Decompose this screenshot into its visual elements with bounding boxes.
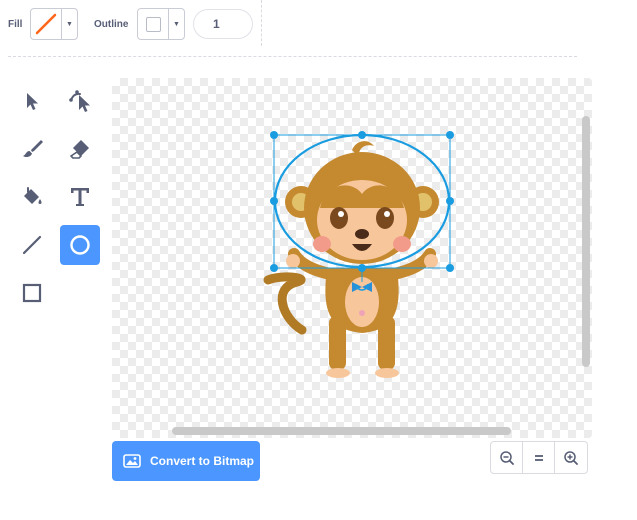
image-icon [123,454,141,468]
rectangle-tool[interactable] [12,273,52,313]
horizontal-scrollbar[interactable] [172,427,511,435]
convert-to-bitmap-button[interactable]: Convert to Bitmap [112,441,260,481]
text-t-icon [71,188,89,206]
zoom-in-icon [564,450,578,465]
select-tool[interactable] [12,81,52,121]
zoom-out-button[interactable] [491,442,523,473]
outline-swatch [138,9,168,39]
chevron-down-icon: ▼ [168,9,184,39]
text-tool[interactable] [60,177,100,217]
toolbar-separator [8,56,577,57]
line-icon [22,235,42,255]
zoom-reset-button[interactable] [523,442,555,473]
zoom-in-button[interactable] [555,442,587,473]
circle-tool[interactable] [60,225,100,265]
fill-swatch [31,9,61,39]
line-tool[interactable] [12,225,52,265]
outline-color-button[interactable]: ▼ [137,8,185,40]
brush-tool[interactable] [12,129,52,169]
equals-icon [534,454,543,461]
circle-icon [70,235,90,255]
paint-bucket-icon [24,187,42,204]
outline-label: Outline [94,19,129,30]
fill-color-button[interactable]: ▼ [30,8,78,40]
outline-width-input[interactable] [193,9,253,39]
zoom-controls [490,441,588,474]
vertical-scrollbar[interactable] [582,116,590,367]
zoom-out-icon [499,450,514,465]
square-icon [22,283,42,303]
reshape-tool[interactable] [60,81,100,121]
reshape-pointer-icon [69,90,90,112]
arrow-pointer-icon [27,93,38,110]
chevron-down-icon: ▼ [61,9,77,39]
convert-label: Convert to Bitmap [150,454,255,468]
eraser-tool[interactable] [60,129,100,169]
paint-canvas[interactable] [112,78,592,438]
eraser-icon [70,140,89,159]
brush-icon [23,140,43,158]
shape-selection[interactable] [112,78,592,438]
fill-tool[interactable] [12,177,52,217]
toolbar-divider [261,0,262,46]
fill-label: Fill [8,19,23,30]
